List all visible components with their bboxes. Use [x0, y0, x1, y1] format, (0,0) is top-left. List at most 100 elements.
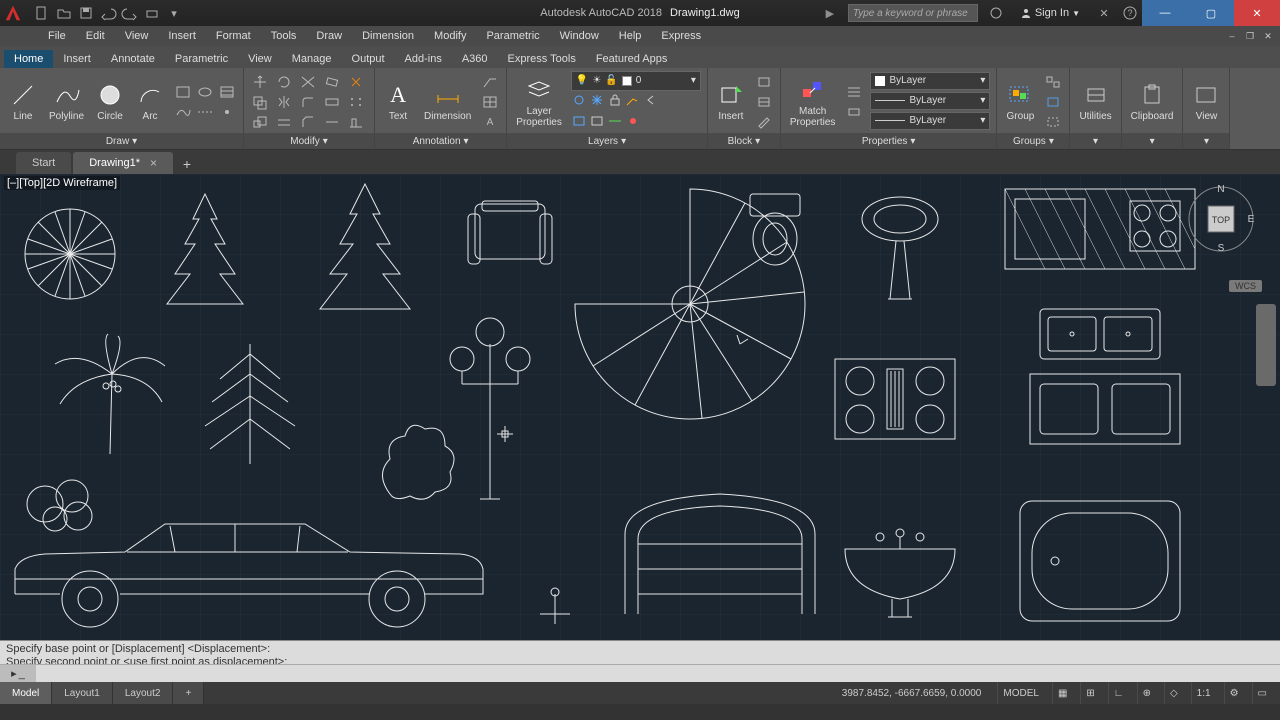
fillet-icon[interactable]: [298, 93, 318, 111]
match-properties-button[interactable]: Match Properties: [787, 74, 839, 130]
layer-walk-icon[interactable]: [625, 114, 641, 133]
panel-draw-title[interactable]: Draw▾: [0, 133, 243, 149]
list-icon[interactable]: [844, 83, 864, 101]
tab-start[interactable]: Start: [16, 152, 71, 174]
menu-format[interactable]: Format: [206, 26, 261, 46]
doc-restore-button[interactable]: ❐: [1242, 29, 1258, 43]
signin-button[interactable]: Sign In ▼: [1014, 7, 1086, 19]
table-icon[interactable]: [480, 93, 500, 111]
hatch-icon[interactable]: [217, 83, 237, 101]
orbit-icon[interactable]: [1259, 368, 1273, 382]
layer-off-icon[interactable]: [571, 93, 587, 112]
arc-button[interactable]: Arc: [133, 79, 167, 124]
qat-dropdown-icon[interactable]: ▾: [166, 5, 182, 21]
layer-iso-icon[interactable]: [571, 114, 587, 133]
layer-properties-button[interactable]: Layer Properties: [513, 74, 565, 130]
create-block-icon[interactable]: [754, 73, 774, 91]
edit-block-icon[interactable]: [754, 93, 774, 111]
tab-home[interactable]: Home: [4, 50, 53, 68]
polyline-button[interactable]: Polyline: [46, 79, 87, 124]
menu-dimension[interactable]: Dimension: [352, 26, 424, 46]
new-icon[interactable]: [34, 5, 50, 21]
layer-cur-icon[interactable]: [607, 114, 623, 133]
plot-icon[interactable]: [144, 5, 160, 21]
doc-close-button[interactable]: ✕: [1260, 29, 1276, 43]
scale-icon[interactable]: [250, 113, 270, 131]
lengthen-icon[interactable]: [322, 113, 342, 131]
tab-drawing1[interactable]: Drawing1*×: [73, 152, 173, 174]
clipboard-button[interactable]: Clipboard: [1128, 79, 1177, 124]
redo-icon[interactable]: [122, 5, 138, 21]
menu-parametric[interactable]: Parametric: [476, 26, 549, 46]
point-icon[interactable]: [217, 103, 237, 121]
drawing-canvas[interactable]: [0, 174, 1280, 640]
tab-annotate[interactable]: Annotate: [101, 50, 165, 68]
model-tab[interactable]: Model: [0, 682, 52, 704]
ellipse-icon[interactable]: [195, 83, 215, 101]
layout1-tab[interactable]: Layout1: [52, 682, 113, 704]
clean-screen[interactable]: ▭: [1252, 682, 1272, 704]
panel-util-title[interactable]: ▾: [1070, 133, 1120, 149]
pan-icon[interactable]: [1259, 328, 1273, 342]
stretch-icon[interactable]: [322, 93, 342, 111]
menu-tools[interactable]: Tools: [261, 26, 307, 46]
menu-edit[interactable]: Edit: [76, 26, 115, 46]
grid-toggle[interactable]: ▦: [1052, 682, 1072, 704]
panel-clip-title[interactable]: ▾: [1122, 133, 1183, 149]
layer-freeze-icon[interactable]: [589, 93, 605, 112]
circle-button[interactable]: Circle: [93, 79, 127, 124]
search-input[interactable]: Type a keyword or phrase: [848, 4, 978, 22]
explode-icon[interactable]: [346, 73, 366, 91]
polar-toggle[interactable]: ⊕: [1137, 682, 1156, 704]
group-select-icon[interactable]: [1043, 113, 1063, 131]
panel-view-title[interactable]: ▾: [1183, 133, 1229, 149]
navigation-bar[interactable]: [1256, 304, 1276, 386]
tab-insert[interactable]: Insert: [53, 50, 101, 68]
menu-draw[interactable]: Draw: [306, 26, 352, 46]
panel-annot-title[interactable]: Annotation▾: [375, 133, 506, 149]
annotation-scale[interactable]: 1:1: [1191, 682, 1216, 704]
help-icon[interactable]: ?: [1122, 5, 1138, 21]
tab-view[interactable]: View: [238, 50, 282, 68]
insert-block-button[interactable]: Insert: [714, 79, 748, 124]
snap-toggle[interactable]: ⊞: [1080, 682, 1099, 704]
group-edit-icon[interactable]: [1043, 93, 1063, 111]
mtext-icon[interactable]: A: [480, 113, 500, 131]
exchange-icon[interactable]: ✕: [1096, 5, 1112, 21]
command-line[interactable]: Specify base point or [Displacement] <Di…: [0, 640, 1280, 682]
close-tab-icon[interactable]: ×: [150, 156, 157, 170]
menu-modify[interactable]: Modify: [424, 26, 476, 46]
wcs-button[interactable]: WCS: [1229, 280, 1262, 292]
array-icon[interactable]: [346, 93, 366, 111]
lineweight-combo[interactable]: ByLayer▾: [870, 92, 990, 110]
color-combo[interactable]: ByLayer▾: [870, 72, 990, 90]
doc-minimize-button[interactable]: –: [1224, 29, 1240, 43]
group-button[interactable]: Group: [1003, 79, 1037, 124]
panel-layers-title[interactable]: Layers▾: [507, 133, 707, 149]
copy-icon[interactable]: [250, 93, 270, 111]
zoom-icon[interactable]: [1259, 348, 1273, 362]
trim-icon[interactable]: [298, 73, 318, 91]
leader-icon[interactable]: [480, 73, 500, 91]
align-icon[interactable]: [346, 113, 366, 131]
offset-icon[interactable]: [274, 113, 294, 131]
workspace-switch[interactable]: ⚙: [1224, 682, 1244, 704]
menu-help[interactable]: Help: [609, 26, 652, 46]
infocenter-icon[interactable]: [988, 5, 1004, 21]
osnap-toggle[interactable]: ◇: [1164, 682, 1183, 704]
add-tab-button[interactable]: +: [175, 154, 199, 174]
model-space-button[interactable]: MODEL: [997, 682, 1044, 704]
panel-groups-title[interactable]: Groups▾: [997, 133, 1069, 149]
wheel-icon[interactable]: [1259, 308, 1273, 322]
text-button[interactable]: AText: [381, 79, 415, 124]
app-logo[interactable]: [0, 0, 26, 26]
tab-manage[interactable]: Manage: [282, 50, 342, 68]
close-button[interactable]: ✕: [1234, 0, 1280, 26]
minimize-button[interactable]: —: [1142, 0, 1188, 26]
view-button[interactable]: View: [1189, 79, 1223, 124]
panel-prop-title[interactable]: Properties▾: [781, 133, 997, 149]
command-handle[interactable]: ▸_: [0, 665, 36, 682]
move-icon[interactable]: [250, 73, 270, 91]
layer-lock-icon[interactable]: [607, 93, 623, 112]
mirror-icon[interactable]: [274, 93, 294, 111]
